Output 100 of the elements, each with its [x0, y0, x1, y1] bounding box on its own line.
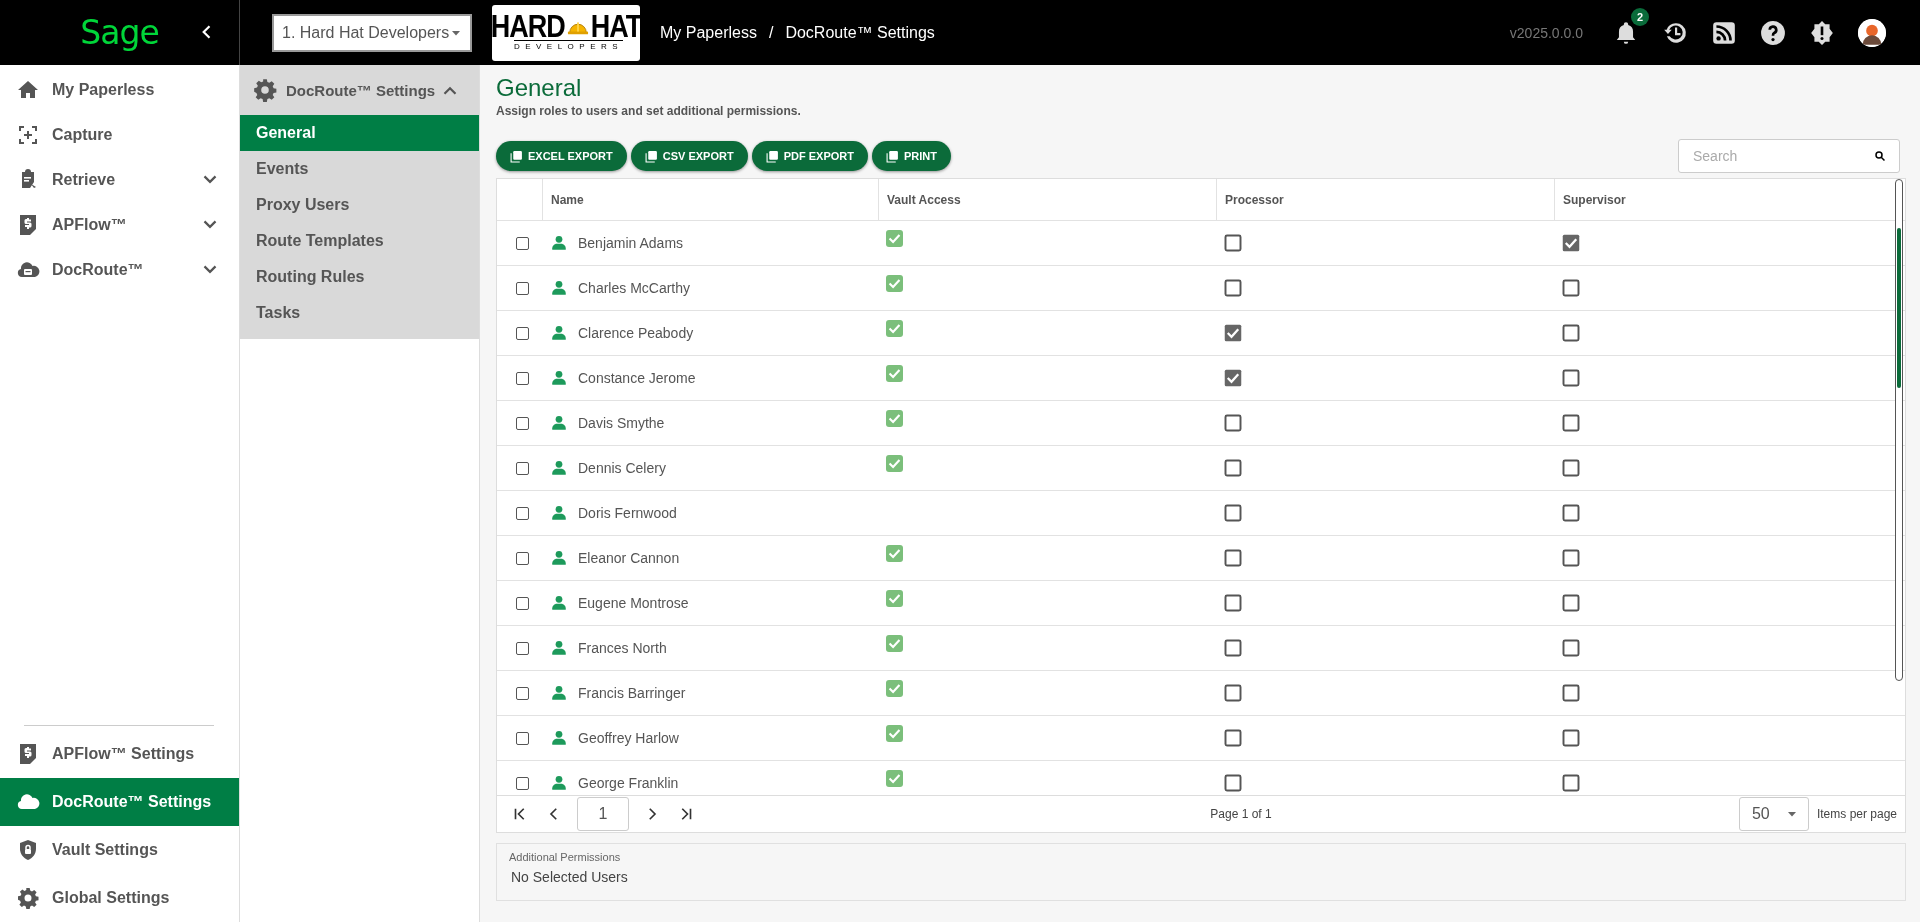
checkbox[interactable]: [1224, 234, 1242, 252]
nav-item[interactable]: My Paperless: [0, 67, 239, 112]
row-checkbox[interactable]: [516, 776, 529, 790]
document-icon: [885, 149, 899, 163]
checkbox[interactable]: [1224, 729, 1242, 747]
avatar-icon: [1858, 18, 1886, 47]
person-icon: [550, 324, 568, 342]
submenu-item[interactable]: Tasks: [240, 295, 479, 331]
row-checkbox[interactable]: [516, 281, 529, 295]
search-icon: [1874, 150, 1886, 162]
submenu-item[interactable]: General: [240, 115, 479, 151]
row-checkbox[interactable]: [516, 506, 529, 520]
brand-logo: Sage: [80, 13, 159, 52]
nav-item[interactable]: Capture: [0, 112, 239, 157]
page-size-select[interactable]: 50: [1738, 797, 1809, 831]
checkbox[interactable]: [1562, 324, 1580, 342]
checkbox[interactable]: [1562, 279, 1580, 297]
user-name: Doris Fernwood: [578, 505, 677, 521]
submenu-item[interactable]: Proxy Users: [240, 187, 479, 223]
checkbox[interactable]: [1224, 639, 1242, 657]
person-icon: [550, 414, 568, 432]
person-icon: [550, 369, 568, 387]
checkbox[interactable]: [1562, 504, 1580, 522]
export-button[interactable]: PRINT: [871, 141, 951, 171]
help-button[interactable]: [1760, 19, 1786, 46]
export-button[interactable]: EXCEL EXPORT: [496, 141, 627, 171]
alert-icon: [1809, 19, 1835, 46]
checkbox[interactable]: [1224, 774, 1242, 792]
user-name: Dennis Celery: [578, 460, 666, 476]
checkbox[interactable]: [1562, 729, 1580, 747]
person-icon: [550, 234, 568, 252]
nav-item[interactable]: APFlow™: [0, 202, 239, 247]
row-checkbox[interactable]: [516, 596, 529, 610]
person-icon: [550, 684, 568, 702]
panel-label: Additional Permissions: [509, 851, 622, 863]
checkbox[interactable]: [1562, 774, 1580, 792]
checkbox[interactable]: [1224, 504, 1242, 522]
checkbox[interactable]: [1562, 684, 1580, 702]
page-subtitle: Assign roles to users and set additional permissions.: [496, 104, 802, 118]
alert-button[interactable]: [1809, 19, 1835, 46]
checkbox[interactable]: [1562, 459, 1580, 477]
row-checkbox[interactable]: [516, 416, 529, 430]
row-checkbox[interactable]: [516, 731, 529, 745]
row-checkbox[interactable]: [516, 371, 529, 385]
column-header[interactable]: Name: [542, 179, 878, 220]
document-icon: [765, 149, 779, 163]
person-icon: [550, 459, 568, 477]
scrollbar[interactable]: [1895, 179, 1903, 681]
user-name: Davis Smythe: [578, 415, 665, 431]
row-checkbox[interactable]: [516, 236, 529, 250]
row-checkbox[interactable]: [516, 686, 529, 700]
checkbox[interactable]: [1224, 594, 1242, 612]
rss-button[interactable]: [1711, 19, 1737, 46]
checkbox[interactable]: [1224, 369, 1242, 387]
person-icon: [550, 504, 568, 522]
company-select[interactable]: 1. Hard Hat Developers: [272, 13, 472, 52]
row-checkbox[interactable]: [516, 641, 529, 655]
nav-item[interactable]: DocRoute™: [0, 247, 239, 292]
user-name: Charles McCarthy: [578, 280, 691, 296]
checkbox[interactable]: [1224, 414, 1242, 432]
avatar-button[interactable]: [1858, 18, 1886, 47]
person-icon: [550, 729, 568, 747]
search-field[interactable]: Search: [1678, 139, 1900, 173]
page-title: General: [496, 73, 583, 103]
column-header[interactable]: Vault Access: [878, 179, 1216, 220]
nav-item[interactable]: DocRoute™ Settings: [0, 778, 239, 826]
breadcrumb-item[interactable]: My Paperless: [660, 23, 757, 42]
checkbox[interactable]: [1224, 549, 1242, 567]
submenu-header[interactable]: DocRoute™ Settings: [240, 65, 479, 115]
page-input[interactable]: 1: [577, 797, 629, 831]
column-header[interactable]: Processor: [1216, 179, 1554, 220]
checkbox[interactable]: [1224, 459, 1242, 477]
nav-item[interactable]: Vault Settings: [0, 826, 239, 874]
row-checkbox[interactable]: [516, 461, 529, 475]
user-name: Frances North: [578, 640, 667, 656]
user-name: George Franklin: [578, 775, 679, 791]
checkbox[interactable]: [1562, 234, 1580, 252]
checkbox[interactable]: [1224, 684, 1242, 702]
gear-icon: [252, 77, 278, 103]
checkbox[interactable]: [1562, 594, 1580, 612]
checkbox[interactable]: [1562, 369, 1580, 387]
checkbox[interactable]: [1562, 414, 1580, 432]
checkbox[interactable]: [1562, 549, 1580, 567]
submenu-item[interactable]: Routing Rules: [240, 259, 479, 295]
submenu-item[interactable]: Events: [240, 151, 479, 187]
row-checkbox[interactable]: [516, 326, 529, 340]
user-name: Eleanor Cannon: [578, 550, 680, 566]
row-checkbox[interactable]: [516, 551, 529, 565]
checkbox[interactable]: [1224, 279, 1242, 297]
person-icon: [550, 279, 568, 297]
submenu-item[interactable]: Route Templates: [240, 223, 479, 259]
help-icon: [1760, 19, 1786, 46]
checkbox[interactable]: [1224, 324, 1242, 342]
checkbox[interactable]: [1562, 639, 1580, 657]
nav-item[interactable]: Retrieve: [0, 157, 239, 202]
export-button[interactable]: CSV EXPORT: [630, 141, 748, 171]
nav-item[interactable]: APFlow™ Settings: [0, 730, 239, 778]
user-name: Geoffrey Harlow: [578, 730, 679, 746]
export-button[interactable]: PDF EXPORT: [751, 141, 868, 171]
nav-item[interactable]: Global Settings: [0, 874, 239, 922]
